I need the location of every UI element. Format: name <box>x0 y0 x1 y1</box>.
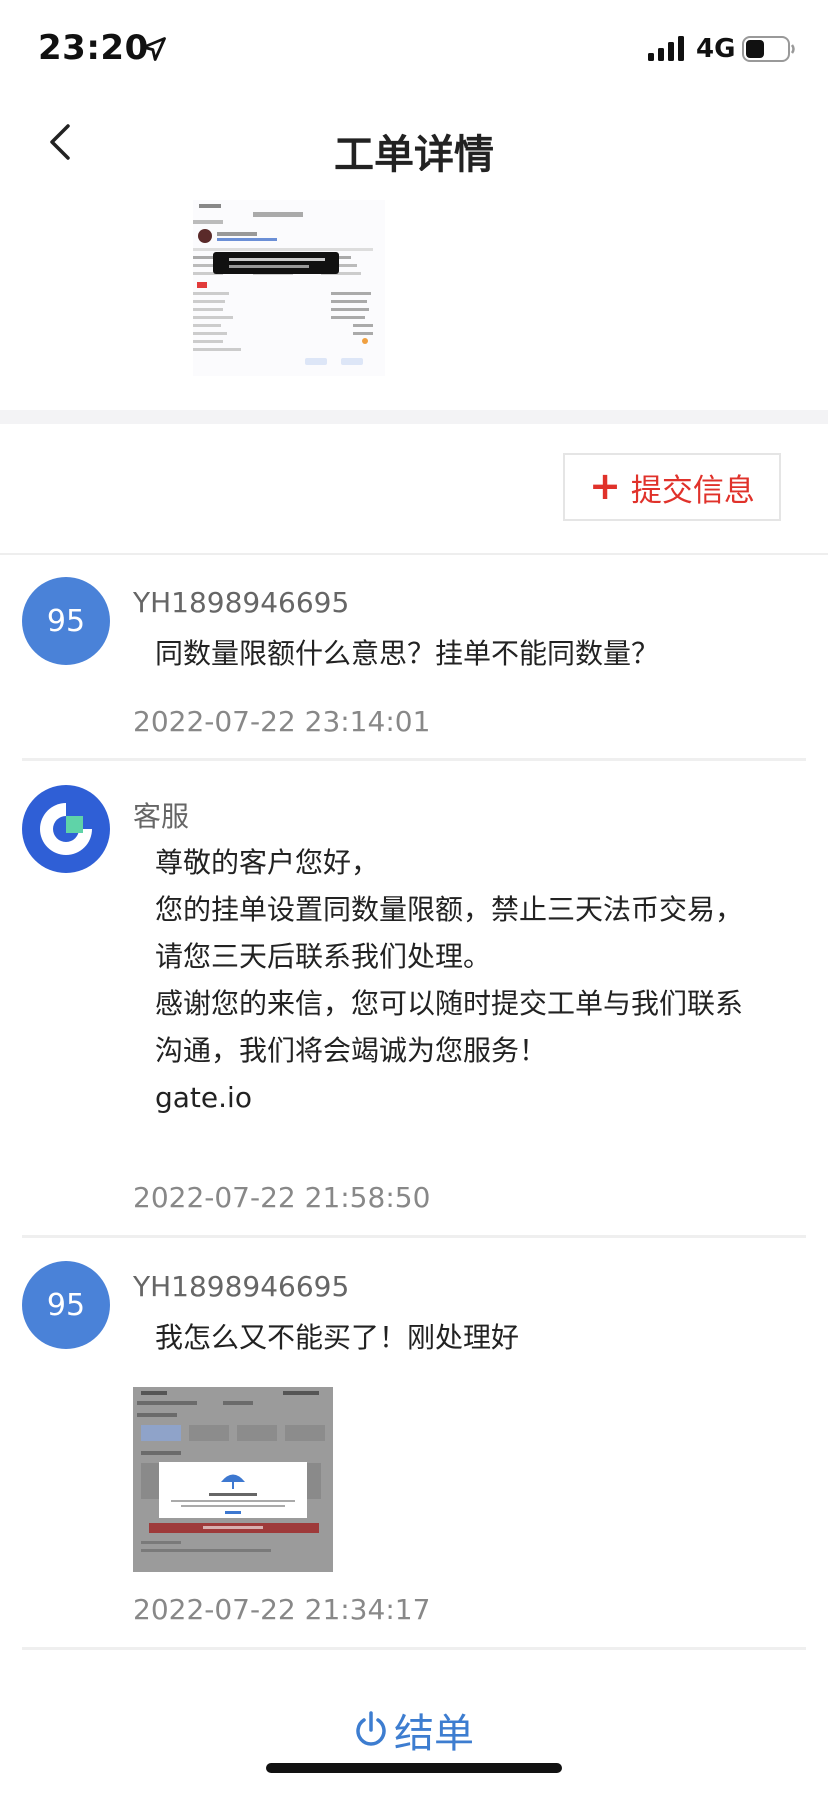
status-time: 23:20 <box>38 28 149 68</box>
message-divider <box>22 1235 806 1238</box>
section-separator-band <box>0 410 828 424</box>
message-line: 您的挂单设置同数量限额，禁止三天法币交易， <box>155 893 744 926</box>
message-line: 同数量限额什么意思？挂单不能同数量？ <box>155 637 660 670</box>
avatar: 95 <box>22 577 110 665</box>
message-line: 沟通，我们将会竭诚为您服务！ <box>155 1034 548 1067</box>
network-type-label: 4G <box>696 34 736 64</box>
submit-info-button[interactable]: + 提交信息 <box>563 453 781 521</box>
gate-logo-icon <box>22 785 110 873</box>
message-line: gate.io <box>155 1081 252 1114</box>
message-line: 尊敬的客户您好， <box>155 846 380 879</box>
message-line: 我怎么又不能买了！刚处理好 <box>155 1321 520 1354</box>
status-bar: 23:20 4G <box>0 0 828 100</box>
page-title: 工单详情 <box>334 132 494 178</box>
message-sender: YH1898946695 <box>133 586 350 619</box>
plus-icon: + <box>589 463 621 508</box>
avatar: 95 <box>22 1261 110 1349</box>
message-timestamp: 2022-07-22 21:58:50 <box>133 1181 431 1214</box>
ticket-screenshot-image[interactable] <box>193 200 385 376</box>
close-ticket-button[interactable]: 结单 <box>0 1700 828 1760</box>
power-icon <box>356 1711 386 1746</box>
submit-info-label: 提交信息 <box>630 472 755 509</box>
message-line: 请您三天后联系我们处理。 <box>155 940 492 973</box>
message-divider <box>22 1647 806 1650</box>
message-divider <box>22 758 806 761</box>
message-attachment-image[interactable] <box>133 1387 333 1572</box>
avatar-label: 95 <box>46 603 86 639</box>
divider <box>0 553 828 555</box>
location-arrow-icon <box>142 37 166 61</box>
message-timestamp: 2022-07-22 23:14:01 <box>133 705 431 738</box>
avatar-label: 95 <box>46 1287 86 1323</box>
battery-icon <box>742 36 795 62</box>
message-timestamp: 2022-07-22 21:34:17 <box>133 1593 431 1626</box>
message-sender: YH1898946695 <box>133 1270 350 1303</box>
close-ticket-label: 结单 <box>394 1711 474 1757</box>
cellular-signal-icon <box>648 36 684 61</box>
message-line: 感谢您的来信，您可以随时提交工单与我们联系 <box>155 987 744 1020</box>
message-sender: 客服 <box>133 800 190 833</box>
nav-bar: 工单详情 <box>0 100 828 200</box>
home-indicator[interactable] <box>266 1763 562 1773</box>
